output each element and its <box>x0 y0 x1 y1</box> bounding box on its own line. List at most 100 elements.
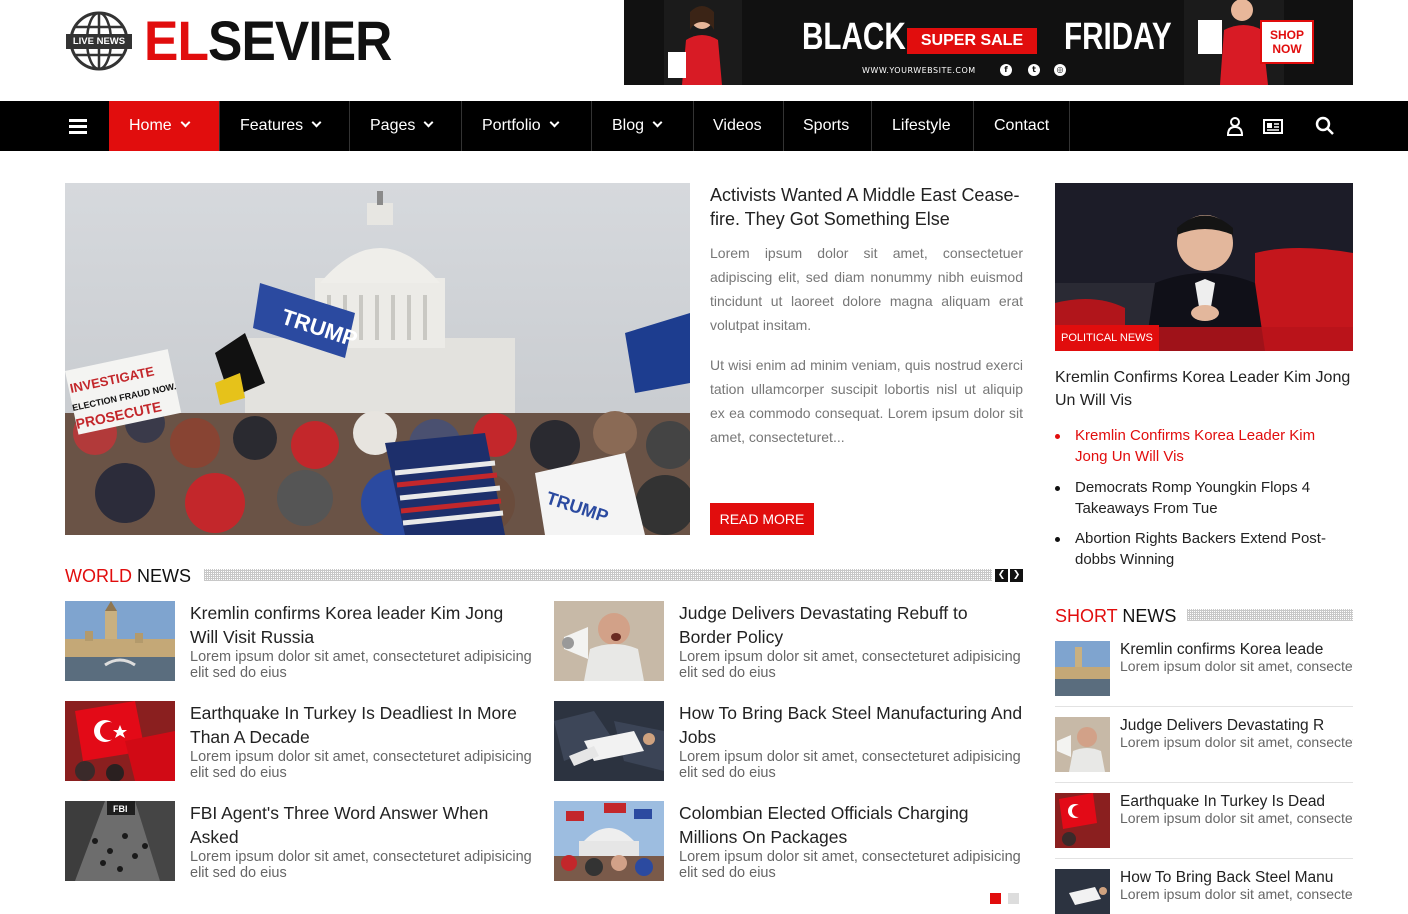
article-thumbnail[interactable]: FBI <box>65 801 175 881</box>
featured-paragraph-1: Lorem ipsum dolor sit amet, consectetuer… <box>710 245 1023 333</box>
short-news-heading: SHORT NEWS <box>1055 606 1176 626</box>
nav-item-portfolio[interactable]: Portfolio <box>462 101 592 151</box>
category-tag[interactable]: POLITICAL NEWS <box>1055 325 1159 351</box>
featured-title[interactable]: Activists Wanted A Middle East Cease-fir… <box>710 183 1025 231</box>
chevron-down-icon <box>180 117 191 128</box>
twitter-icon[interactable]: t <box>1028 64 1040 76</box>
world-news-heading: WORLD NEWS <box>65 566 191 586</box>
featured-paragraph-2: Ut wisi enim ad minim veniam, quis nostr… <box>710 357 1023 445</box>
search-icon[interactable] <box>1315 116 1335 136</box>
nav-item-label: Pages <box>370 117 416 134</box>
article-title[interactable]: Kremlin confirms Korea leade <box>1120 641 1353 658</box>
article-thumbnail[interactable] <box>1055 869 1110 914</box>
nav-item-label: Features <box>240 117 304 134</box>
chevron-down-icon <box>652 117 663 128</box>
bullet-icon <box>1055 486 1060 491</box>
heading-dark-part: NEWS <box>137 566 192 586</box>
chevron-down-icon <box>311 117 322 128</box>
list-item[interactable]: Kremlin confirms Korea leader Kim Jong W… <box>65 601 535 681</box>
article-title[interactable]: Judge Delivers Devastating R <box>1120 717 1353 734</box>
site-logo[interactable]: LIVE NEWS ELSEVIER <box>66 10 413 72</box>
shop-now-button[interactable]: SHOP NOW <box>1260 20 1314 64</box>
nav-item-label: Portfolio <box>482 117 541 134</box>
article-excerpt: Lorem ipsum dolor sit amet, consecteture… <box>190 849 532 881</box>
article-thumbnail[interactable] <box>554 601 664 681</box>
facebook-icon[interactable]: f <box>1000 64 1012 76</box>
article-excerpt: Lorem ipsum dolor sit amet, consecteture… <box>679 749 1021 781</box>
hamburger-menu-icon[interactable] <box>60 101 108 151</box>
article-thumbnail[interactable] <box>554 701 664 781</box>
article-title[interactable]: Judge Delivers Devastating Rebuff to Bor… <box>679 601 1024 649</box>
pagination-dot[interactable] <box>1008 893 1019 904</box>
short-news-item[interactable]: How To Bring Back Steel Manu Lorem ipsum… <box>1055 869 1353 914</box>
heading-red-part: WORLD <box>65 566 132 586</box>
bullet-icon <box>1055 434 1060 439</box>
sidebar-list-label: Abortion Rights Backers Extend Post-dobb… <box>1075 530 1326 568</box>
nav-item-label: Videos <box>713 117 762 134</box>
list-item[interactable]: FBI FBI Agent's Three Word Answer When A… <box>65 801 535 881</box>
sidebar-title[interactable]: Kremlin Confirms Korea Leader Kim Jong U… <box>1055 366 1355 412</box>
article-title[interactable]: Kremlin confirms Korea leader Kim Jong W… <box>190 601 535 649</box>
short-news-item[interactable]: Kremlin confirms Korea leade Lorem ipsum… <box>1055 641 1353 707</box>
chevron-right-icon[interactable]: ❯ <box>1010 569 1023 582</box>
chevron-left-icon[interactable]: ❮ <box>995 569 1008 582</box>
article-title[interactable]: Colombian Elected Officials Charging Mil… <box>679 801 1024 849</box>
nav-item-blog[interactable]: Blog <box>592 101 694 151</box>
logo-red-part: EL <box>144 9 209 72</box>
article-title[interactable]: FBI Agent's Three Word Answer When Asked <box>190 801 535 849</box>
shop-now-line1: SHOP <box>1269 28 1304 42</box>
section-divider <box>204 569 992 581</box>
pagination-dot-active[interactable] <box>990 893 1001 904</box>
article-title[interactable]: Earthquake In Turkey Is Dead <box>1120 793 1353 810</box>
list-item[interactable]: Earthquake In Turkey Is Deadliest In Mor… <box>65 701 535 781</box>
black-friday-banner[interactable]: BLACK SUPER SALE FRIDAY WWW.YOURWEBSITE.… <box>624 0 1353 85</box>
id-card-icon[interactable] <box>1263 116 1283 136</box>
article-excerpt: Lorem ipsum dolor sit amet, consecteture… <box>1120 734 1353 750</box>
featured-image[interactable]: TRUMP INVESTIGATE ELECTION FRAUD NOW. PR… <box>65 183 690 535</box>
list-item[interactable]: Colombian Elected Officials Charging Mil… <box>554 801 1024 881</box>
nav-item-contact[interactable]: Contact <box>974 101 1070 151</box>
article-excerpt: Lorem ipsum dolor sit amet, consecteture… <box>1120 658 1353 674</box>
article-title[interactable]: Earthquake In Turkey Is Deadliest In Mor… <box>190 701 535 749</box>
nav-item-label: Contact <box>994 117 1050 134</box>
list-item[interactable]: Judge Delivers Devastating Rebuff to Bor… <box>554 601 1024 681</box>
shopper-illustration-left <box>664 0 742 85</box>
logo-wordmark: ELSEVIER <box>144 9 392 72</box>
nav-item-home[interactable]: Home <box>109 101 220 151</box>
live-news-badge: LIVE NEWS <box>72 36 126 47</box>
banner-super-sale: SUPER SALE <box>907 28 1037 54</box>
nav-item-label: Blog <box>612 117 645 134</box>
nav-item-lifestyle[interactable]: Lifestyle <box>872 101 974 151</box>
article-title[interactable]: How To Bring Back Steel Manufacturing An… <box>679 701 1024 749</box>
list-item[interactable]: How To Bring Back Steel Manufacturing An… <box>554 701 1024 781</box>
heading-red-part: SHORT <box>1055 606 1118 626</box>
article-thumbnail[interactable] <box>554 801 664 881</box>
article-thumbnail[interactable] <box>1055 641 1110 696</box>
read-more-button[interactable]: READ MORE <box>710 503 814 535</box>
nav-item-label: Lifestyle <box>892 117 951 134</box>
article-thumbnail[interactable] <box>65 601 175 681</box>
nav-item-pages[interactable]: Pages <box>350 101 462 151</box>
chevron-down-icon <box>549 117 560 128</box>
bullet-icon <box>1055 537 1060 542</box>
svg-text:FBI: FBI <box>113 804 128 814</box>
article-title[interactable]: How To Bring Back Steel Manu <box>1120 869 1353 886</box>
nav-item-videos[interactable]: Videos <box>694 101 784 151</box>
short-news-item[interactable]: Earthquake In Turkey Is Dead Lorem ipsum… <box>1055 793 1353 859</box>
main-navigation: Home Features Pages Portfolio Blog Video… <box>0 101 1408 151</box>
shop-now-line2: NOW <box>1272 42 1302 56</box>
article-thumbnail[interactable] <box>1055 717 1110 772</box>
banner-url: WWW.YOURWEBSITE.COM <box>862 66 976 75</box>
article-excerpt: Lorem ipsum dolor sit amet, consecteture… <box>1120 810 1353 826</box>
article-thumbnail[interactable] <box>1055 793 1110 848</box>
article-excerpt: Lorem ipsum dolor sit amet, consecteture… <box>679 849 1021 881</box>
nav-item-features[interactable]: Features <box>220 101 350 151</box>
article-thumbnail[interactable] <box>65 701 175 781</box>
nav-item-sports[interactable]: Sports <box>784 101 872 151</box>
sidebar-list-label: Democrats Romp Youngkin Flops 4 Takeaway… <box>1075 479 1311 517</box>
short-news-item[interactable]: Judge Delivers Devastating R Lorem ipsum… <box>1055 717 1353 783</box>
section-divider <box>1187 609 1353 621</box>
article-excerpt: Lorem ipsum dolor sit amet, consecteture… <box>190 749 532 781</box>
instagram-icon[interactable]: ◎ <box>1054 64 1066 76</box>
user-icon[interactable] <box>1225 116 1245 136</box>
